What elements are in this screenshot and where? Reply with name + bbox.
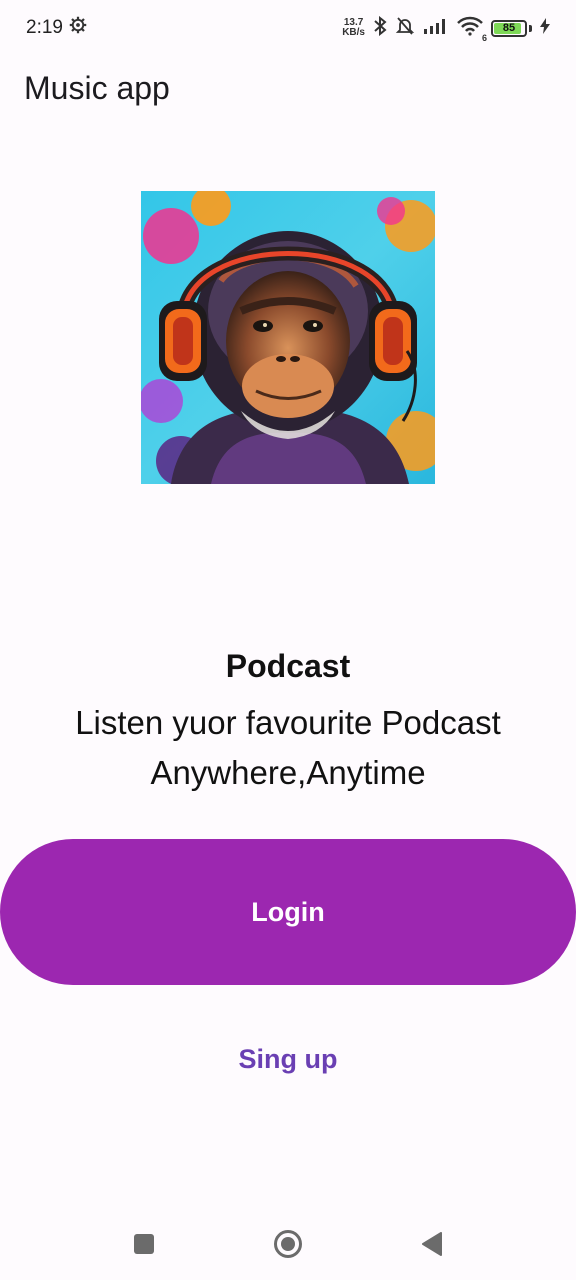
battery-icon: 85 [491,19,527,37]
screen: 2:19 13.7 KB/s 6 85 Music app Podcast Li… [0,0,576,1280]
settings-gear-icon [69,16,87,40]
status-right: 13.7 KB/s 6 85 [342,15,550,43]
status-time: 2:19 [26,17,63,38]
mute-bell-icon [395,16,415,41]
headline: Podcast [225,648,351,684]
recents-square-icon[interactable] [124,1224,164,1264]
login-button[interactable]: Login [0,839,576,985]
wifi-icon: 6 [457,16,487,43]
app-title: Music app [24,70,170,106]
signup-button[interactable]: Sing up [188,1033,388,1085]
bluetooth-icon [373,15,387,41]
login-button-label: Login [251,896,325,927]
net-speed: 13.7 KB/s [342,18,365,38]
navigation-bar [0,1208,576,1280]
signup-button-label: Sing up [238,1043,338,1074]
home-circle-icon[interactable] [268,1224,308,1264]
wifi-label: 6 [481,32,487,43]
status-left: 2:19 [26,16,87,40]
signal-icon [423,17,449,40]
hero-image [141,191,435,484]
battery-cap [529,24,532,32]
charging-icon [540,17,550,39]
tagline: Listen yuor favourite Podcast Anywhere,A… [75,704,501,791]
back-triangle-icon[interactable] [412,1224,452,1264]
status-bar: 2:19 13.7 KB/s 6 85 [0,0,576,56]
net-speed-unit: KB/s [342,27,365,38]
battery-level: 85 [502,22,516,34]
